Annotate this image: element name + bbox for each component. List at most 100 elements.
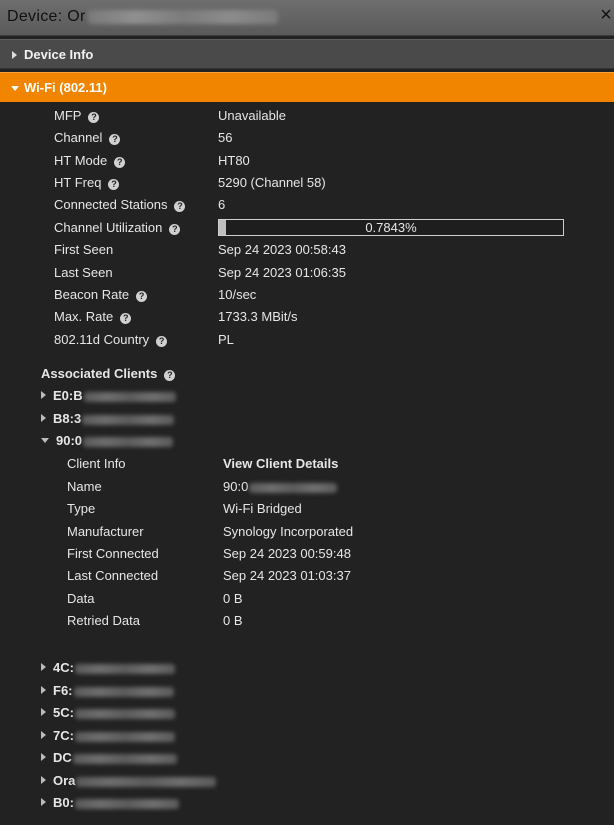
field-first-seen-value: Sep 24 2023 00:58:43 — [218, 242, 346, 257]
client-label: 5C: — [53, 705, 74, 720]
client-label: E0:B — [53, 388, 83, 403]
client-item[interactable]: E0:B — [41, 387, 176, 405]
redacted-mac — [249, 482, 338, 493]
help-icon[interactable]: ? — [108, 179, 120, 190]
client-item[interactable]: DC — [41, 749, 177, 767]
help-icon[interactable]: ? — [169, 224, 181, 235]
redacted-mac — [74, 731, 175, 742]
field-channel-value: 56 — [218, 130, 233, 145]
field-max-rate-label: Max. Rate? — [54, 308, 132, 326]
field-key: Max. Rate — [54, 309, 114, 324]
field-key: HT Freq — [54, 175, 102, 190]
help-icon[interactable]: ? — [156, 336, 168, 347]
client-item[interactable]: 7C: — [41, 727, 175, 745]
client-detail-key: Name — [67, 479, 102, 494]
field-channel-label: Channel? — [54, 129, 121, 147]
client-label: 90:0 — [56, 433, 83, 448]
field-ht-mode-label: HT Mode? — [54, 152, 126, 170]
client-label: Ora — [53, 773, 76, 788]
field-mfp-label: MFP? — [54, 107, 100, 125]
associated-clients-title: Associated Clients? — [41, 366, 176, 381]
field-key: Channel Utilization — [54, 220, 163, 235]
field-key: Connected Stations — [54, 197, 168, 212]
expand-arrow-icon — [41, 663, 46, 671]
client-detail-key: Retried Data — [67, 613, 140, 628]
field-ht-mode-value: HT80 — [218, 153, 250, 168]
client-label: B8:3 — [53, 411, 82, 426]
section-wifi-label: Wi-Fi (802.11) — [24, 80, 107, 95]
collapse-arrow-icon — [41, 438, 49, 443]
collapse-arrow-icon — [11, 86, 19, 91]
expand-arrow-icon — [41, 686, 46, 694]
client-item[interactable]: B0: — [41, 794, 179, 812]
client-name-value: 90:0 — [223, 479, 249, 494]
client-detail-key: Last Connected — [67, 568, 159, 583]
client-item[interactable]: F6: — [41, 682, 174, 700]
client-item[interactable]: 5C: — [41, 704, 175, 722]
client-item-expanded[interactable]: 90:0 — [41, 432, 174, 450]
redacted-device-name — [76, 776, 217, 787]
client-detail-value: 0 B — [223, 591, 243, 606]
help-icon[interactable]: ? — [174, 201, 186, 212]
field-channel-utilization-label: Channel Utilization? — [54, 219, 181, 237]
redacted-device-name — [87, 9, 278, 24]
field-max-rate-value: 1733.3 MBit/s — [218, 309, 298, 324]
client-item[interactable]: 4C: — [41, 659, 175, 677]
view-client-details-link[interactable]: View Client Details — [223, 455, 338, 473]
field-country-value: PL — [218, 332, 234, 347]
client-detail-key: Data — [67, 591, 95, 606]
expand-arrow-icon — [41, 731, 46, 739]
client-item[interactable]: B8:3 — [41, 410, 175, 428]
client-detail-value: Wi-Fi Bridged — [223, 501, 302, 516]
field-connected-stations-value: 6 — [218, 197, 226, 212]
channel-utilization-bar: 0.7843% — [218, 219, 564, 236]
client-detail-key: Manufacturer — [67, 524, 144, 539]
client-detail-key: Type — [67, 501, 96, 516]
field-last-seen-label: Last Seen — [54, 265, 113, 280]
client-detail-value: Synology Incorporated — [223, 524, 354, 539]
section-device-info[interactable]: Device Info — [0, 39, 614, 69]
expand-arrow-icon — [41, 414, 46, 422]
client-detail-value: Sep 24 2023 01:03:37 — [223, 568, 351, 583]
field-key: 802.11d Country — [54, 332, 150, 347]
client-detail-value: Sep 24 2023 00:59:48 — [223, 546, 351, 561]
expand-arrow-icon — [41, 798, 46, 806]
redacted-mac — [73, 686, 174, 697]
help-icon[interactable]: ? — [114, 157, 126, 168]
client-label: F6: — [53, 683, 73, 698]
field-ht-freq-label: HT Freq? — [54, 174, 120, 192]
field-beacon-rate-value: 10/sec — [218, 287, 257, 302]
field-mfp-value: Unavailable — [218, 108, 286, 123]
client-detail-key: First Connected — [67, 546, 159, 561]
redacted-mac — [74, 708, 175, 719]
channel-utilization-value: 0.7843% — [365, 220, 417, 235]
redacted-mac — [82, 414, 175, 425]
help-icon[interactable]: ? — [109, 134, 121, 145]
section-device-info-label: Device Info — [24, 47, 94, 62]
redacted-mac — [74, 798, 179, 809]
help-icon[interactable]: ? — [88, 112, 100, 123]
client-label: 4C: — [53, 660, 74, 675]
client-label: 7C: — [53, 728, 74, 743]
field-connected-stations-label: Connected Stations? — [54, 196, 186, 214]
redacted-mac — [72, 753, 177, 764]
help-icon[interactable]: ? — [136, 291, 148, 302]
close-icon[interactable]: × — [598, 4, 614, 27]
field-last-seen-value: Sep 24 2023 01:06:35 — [218, 265, 346, 280]
expand-arrow-icon — [41, 753, 46, 761]
section-wifi[interactable]: Wi-Fi (802.11) — [0, 72, 614, 102]
window-title: Device: Or — [7, 8, 278, 26]
redacted-mac — [83, 391, 176, 402]
window-titlebar: Device: Or × — [0, 0, 614, 36]
help-icon[interactable]: ? — [164, 370, 176, 381]
field-first-seen-label: First Seen — [54, 242, 114, 257]
field-beacon-rate-label: Beacon Rate? — [54, 286, 148, 304]
client-item[interactable]: Ora — [41, 772, 217, 790]
field-key: MFP — [54, 108, 82, 123]
expand-arrow-icon — [41, 391, 46, 399]
redacted-mac — [83, 436, 174, 447]
help-icon[interactable]: ? — [120, 313, 132, 324]
field-key: Beacon Rate — [54, 287, 130, 302]
client-label: B0: — [53, 795, 74, 810]
expand-arrow-icon — [41, 708, 46, 716]
